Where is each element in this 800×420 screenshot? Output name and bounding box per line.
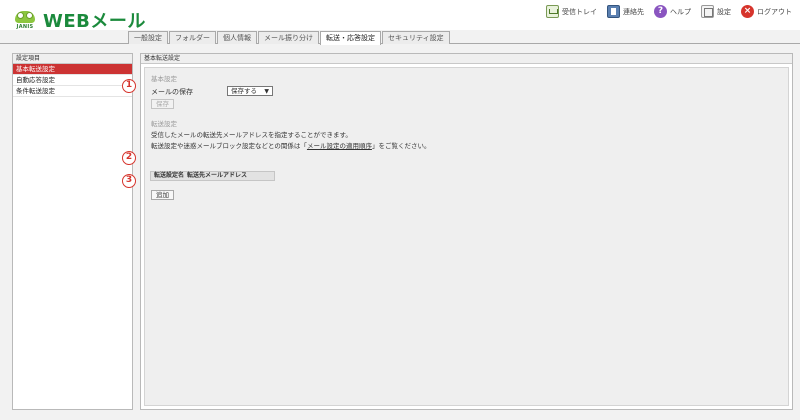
contacts-link[interactable]: 連絡先 [607, 5, 644, 18]
app-logo[interactable]: JANIS WEBメール [12, 7, 146, 33]
inbox-icon [546, 5, 559, 18]
save-button[interactable]: 保存 [151, 99, 174, 109]
tab-forward-reply[interactable]: 転送・応答設定 [320, 31, 381, 45]
tab-general[interactable]: 一般設定 [128, 31, 168, 44]
settings-icon [701, 5, 714, 18]
save-mail-label: メールの保存 [151, 88, 193, 96]
help-link-label: ヘルプ [670, 7, 691, 16]
inbox-link[interactable]: 受信トレイ [546, 5, 597, 18]
forward-section-title: 転送設定 [151, 120, 177, 128]
help-icon: ? [654, 5, 667, 18]
callout-3: 3 [122, 174, 136, 188]
save-mail-value: 保存する [231, 87, 257, 95]
sidebar-heading: 設定項目 [13, 54, 132, 64]
forward-relation-note: 転送設定や迷惑メールブロック設定などとの関係は「メール設定の適用順序」をご覧くだ… [151, 140, 430, 150]
tab-personal-info[interactable]: 個人情報 [217, 31, 257, 44]
callout-1: 1 [122, 79, 136, 93]
sidebar-item-basic-forward[interactable]: 基本転送設定 [13, 64, 132, 75]
apply-order-link[interactable]: メール設定の適用順序 [307, 142, 372, 150]
help-link[interactable]: ? ヘルプ [654, 5, 691, 18]
basic-section-title: 基本設定 [151, 75, 177, 83]
settings-sidebar: 設定項目 基本転送設定 自動応答設定 条件転送設定 [12, 53, 133, 410]
chevron-down-icon: ▼ [264, 88, 269, 95]
tab-folder[interactable]: フォルダー [169, 31, 216, 44]
app-title: WEBメール [43, 11, 146, 32]
logout-icon: × [741, 5, 754, 18]
tab-security[interactable]: セキュリティ設定 [382, 31, 450, 44]
logo-sub-text: JANIS [16, 24, 34, 30]
save-mail-select[interactable]: 保存する ▼ [227, 86, 273, 96]
settings-tabs: 一般設定 フォルダー 個人情報 メール振り分け 転送・応答設定 セキュリティ設定 [128, 31, 451, 45]
settings-link-label: 設定 [717, 7, 731, 16]
add-button[interactable]: 追加 [151, 190, 174, 200]
sidebar-item-auto-reply[interactable]: 自動応答設定 [13, 75, 132, 86]
main-panel: 基本転送設定 基本設定 メールの保存 保存する ▼ 保存 転送設定 受信したメー… [140, 53, 793, 410]
app-header: JANIS WEBメール 受信トレイ 連絡先 ? ヘルプ 設定 × ログアウト [0, 0, 800, 33]
logout-link[interactable]: × ログアウト [741, 5, 792, 18]
note-prefix: 転送設定や迷惑メールブロック設定などとの関係は「 [151, 142, 307, 150]
forward-table-header: 転送設定名 転送先メールアドレス [150, 171, 275, 181]
settings-link[interactable]: 設定 [701, 5, 731, 18]
logout-link-label: ログアウト [757, 7, 792, 16]
header-links: 受信トレイ 連絡先 ? ヘルプ 設定 × ログアウト [546, 5, 792, 18]
tab-mail-filter[interactable]: メール振り分け [258, 31, 319, 44]
sidebar-item-conditional-forward[interactable]: 条件転送設定 [13, 86, 132, 97]
address-book-icon [607, 5, 620, 18]
frog-logo-icon: JANIS [12, 10, 38, 30]
forward-description: 受信したメールの転送先メールアドレスを指定することができます。 [151, 131, 352, 139]
settings-content: 基本設定 メールの保存 保存する ▼ 保存 転送設定 受信したメールの転送先メー… [144, 67, 789, 406]
note-suffix: 」をご覧ください。 [371, 142, 431, 150]
column-forward-name: 転送設定名 [154, 172, 185, 179]
callout-2: 2 [122, 151, 136, 165]
contacts-link-label: 連絡先 [623, 7, 644, 16]
inbox-link-label: 受信トレイ [562, 7, 597, 16]
panel-title: 基本転送設定 [141, 54, 792, 64]
column-forward-address: 転送先メールアドレス [187, 172, 248, 179]
